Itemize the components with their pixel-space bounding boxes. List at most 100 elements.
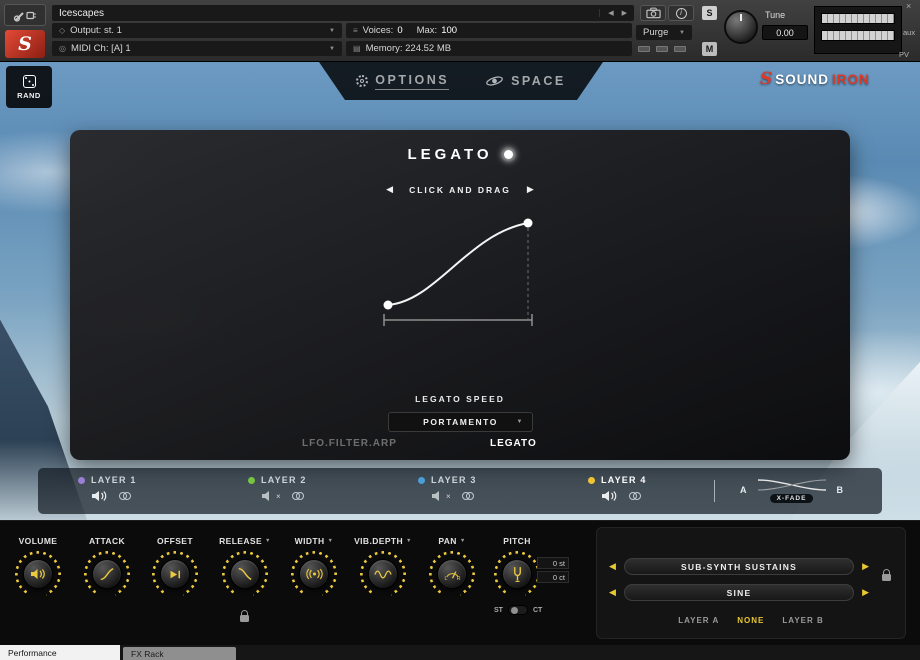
layerbar-divider [714,480,715,502]
midi-channel-selector[interactable]: ◎ MIDI Ch: [A] 1 ▼ [52,41,342,56]
solo-button[interactable]: S [702,6,717,20]
articulation-selector-row: ◀ SUB-SYNTH SUSTAINS ▶ [609,558,869,575]
speaker-on-icon[interactable] [91,490,108,502]
tab-performance[interactable]: Performance [0,645,120,660]
purge-label: Purge [643,27,668,38]
led-indicator [656,46,668,52]
dice-icon [23,75,36,88]
pitch-label: PITCH [503,536,531,546]
offset-knob-unit: OFFSET [142,535,208,597]
curve-end-handle[interactable] [524,219,533,228]
pan-knob[interactable]: L R [429,551,475,597]
next-arrow-icon[interactable]: ▶ [527,184,534,195]
output-selector[interactable]: ◇ Output: st. 1 ▼ [52,23,342,38]
page-link-legato[interactable]: LEGATO [490,438,537,449]
instrument-title-strip[interactable]: Icescapes ◀ ▶ [52,5,634,21]
close-button[interactable]: × [906,1,911,11]
preset-lock-icon[interactable] [882,574,891,581]
layer-2-tab[interactable]: LAYER 2 × [248,475,307,502]
layer-3-tab[interactable]: LAYER 3 × [418,475,477,502]
legato-curve[interactable] [388,223,528,305]
aux-label[interactable]: aux [903,28,915,37]
chevron-down-icon: ▼ [329,28,335,34]
attack-label: ATTACK [89,536,125,546]
mute-button[interactable]: M [702,42,717,56]
svg-text:R: R [456,576,460,581]
tune-knob[interactable] [724,10,758,44]
st-ct-toggle[interactable] [508,605,528,615]
layer-4-tab[interactable]: LAYER 4 [588,475,647,502]
pitch-knob[interactable] [494,551,540,597]
waveform-selector[interactable]: SINE [624,584,854,601]
tools-button[interactable] [4,4,46,26]
click-drag-label: CLICK AND DRAG [409,185,511,195]
volume-knob[interactable] [15,551,61,597]
curve-start-handle[interactable] [384,301,393,310]
voices-value: 0 [397,25,402,36]
instrument-title: Icescapes [59,8,104,19]
layer-2-color-dot [248,477,255,484]
offset-knob[interactable] [152,551,198,597]
legato-speed-dropdown[interactable]: PORTAMENTO ▼ [388,412,533,432]
xfade-slider[interactable]: X-FADE [755,476,829,503]
legato-enable-toggle[interactable] [504,150,513,159]
prev-articulation-arrow[interactable]: ◀ [609,561,616,572]
layer-1-tab[interactable]: LAYER 1 [78,475,137,502]
layer-2-header: LAYER 2 [248,475,307,485]
snapshot-button[interactable] [640,5,666,21]
width-menu-arrow[interactable]: ▼ [328,538,334,544]
max-value: 100 [441,25,457,36]
release-menu-arrow[interactable]: ▼ [265,538,271,544]
kontakt-instrument-window: S Icescapes ◀ ▶ i ◇ Output: st. 1 ▼ ≡ [0,0,920,660]
speaker-on-icon[interactable] [601,490,618,502]
articulation-selector[interactable]: SUB-SYNTH SUSTAINS [624,558,854,575]
stereo-width-icon [306,568,323,580]
layer-a-option[interactable]: LAYER A [678,616,719,625]
next-waveform-arrow[interactable]: ▶ [862,587,869,598]
link-icon[interactable] [119,492,131,500]
kontakt-header: S Icescapes ◀ ▶ i ◇ Output: st. 1 ▼ ≡ [0,0,920,62]
pitch-cent-value[interactable]: 0 ct [537,571,569,583]
tune-value[interactable]: 0.00 [762,25,808,40]
pan-menu-arrow[interactable]: ▼ [460,538,466,544]
purge-button[interactable]: Purge ▼ [636,25,692,40]
soundiron-logo: S SOUND IRON [760,69,870,89]
width-knob[interactable] [291,551,337,597]
release-knob[interactable] [222,551,268,597]
layer-3-controls: × [431,490,477,502]
speaker-muted-icon[interactable] [261,490,272,502]
led-indicator [638,46,650,52]
legato-curve-graph[interactable] [376,208,540,338]
tab-space[interactable]: SPACE [485,74,566,88]
offset-label: OFFSET [157,536,193,546]
link-icon[interactable] [292,492,304,500]
tab-options[interactable]: OPTIONS [356,73,449,90]
info-button[interactable]: i [668,5,694,21]
legato-speed-value: PORTAMENTO [423,417,498,427]
layer-1-controls [91,490,137,502]
sine-wave-icon [374,569,392,580]
tab-fx-rack[interactable]: FX Rack [123,647,236,660]
speaker-muted-icon[interactable] [431,490,442,502]
none-option[interactable]: NONE [737,616,764,625]
prev-instrument-arrow[interactable]: ◀ [608,9,613,17]
randomize-button[interactable]: RAND [6,66,52,108]
pan-knob-unit: PAN ▼ L R [419,535,485,597]
link-icon[interactable] [462,492,474,500]
next-articulation-arrow[interactable]: ▶ [862,561,869,572]
pv-label[interactable]: PV [899,50,909,59]
release-lock-icon[interactable] [240,615,249,622]
pitch-semitone-value[interactable]: 0 st [537,557,569,569]
layer-b-option[interactable]: LAYER B [782,616,823,625]
next-instrument-arrow[interactable]: ▶ [622,9,627,17]
vibdepth-menu-arrow[interactable]: ▼ [406,538,412,544]
header-led-indicators [638,46,686,52]
page-link-lfo-filter-arp[interactable]: LFO.FILTER.ARP [302,438,397,449]
link-icon[interactable] [629,492,641,500]
prev-arrow-icon[interactable]: ◀ [386,184,393,195]
prev-waveform-arrow[interactable]: ◀ [609,587,616,598]
attack-knob[interactable] [84,551,130,597]
vibdepth-knob[interactable] [360,551,406,597]
midi-icon: ◎ [59,44,66,53]
legato-speed-label: LEGATO SPEED [70,394,850,404]
